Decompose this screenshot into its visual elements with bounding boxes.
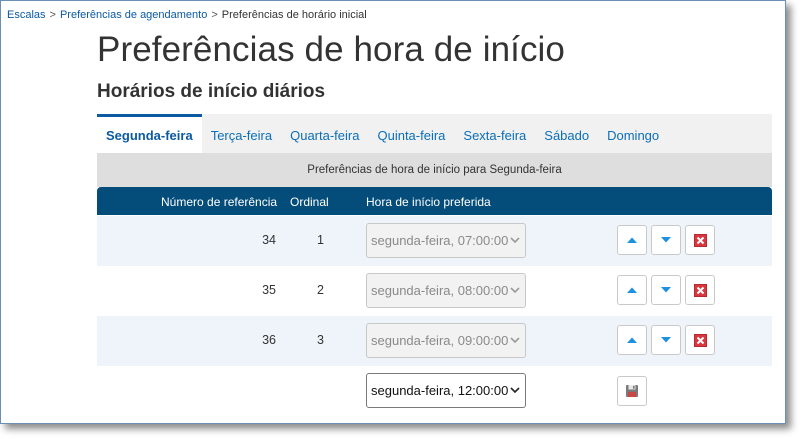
chevron-down-icon (510, 337, 520, 344)
reference-number: 34 (262, 233, 276, 247)
delete-icon (693, 233, 707, 247)
breadcrumb-item-scheduling-preferences[interactable]: Preferências de agendamento (60, 9, 207, 21)
column-header-reference: Número de referência (161, 195, 278, 209)
section-title: Horários de início diários (97, 81, 326, 102)
start-time-select: segunda-feira, 08:00:00 (366, 273, 526, 308)
table-row: 36 3 segunda-feira, 09:00:00 (97, 316, 772, 366)
delete-button[interactable] (685, 225, 715, 255)
column-header-preferred-time: Hora de início preferida (366, 195, 491, 209)
start-time-select: segunda-feira, 07:00:00 (366, 223, 526, 258)
chevron-down-icon (510, 287, 520, 294)
save-button[interactable] (617, 376, 647, 406)
move-down-button[interactable] (651, 225, 681, 255)
new-entry-row: segunda-feira, 12:00:00 (97, 366, 772, 416)
delete-icon (693, 283, 707, 297)
reference-number: 35 (262, 283, 276, 297)
new-start-time-select[interactable]: segunda-feira, 12:00:00 (366, 373, 526, 408)
tab-saturday[interactable]: Sábado (535, 114, 598, 153)
start-time-select: segunda-feira, 09:00:00 (366, 323, 526, 358)
start-time-value: segunda-feira, 09:00:00 (371, 333, 509, 348)
start-time-panel: Segunda-feira Terça-feira Quarta-feira Q… (97, 114, 772, 417)
start-time-value: segunda-feira, 07:00:00 (371, 233, 509, 248)
reference-number: 36 (262, 333, 276, 347)
move-up-button[interactable] (617, 225, 647, 255)
tab-sunday[interactable]: Domingo (598, 114, 668, 153)
move-down-button[interactable] (651, 325, 681, 355)
breadcrumb-item-schedules[interactable]: Escalas (7, 9, 46, 21)
page-title: Preferências de hora de início (97, 30, 565, 69)
move-up-button[interactable] (617, 275, 647, 305)
save-icon (626, 385, 638, 397)
move-down-button[interactable] (651, 275, 681, 305)
move-up-button[interactable] (617, 325, 647, 355)
delete-icon (693, 333, 707, 347)
window-frame: Escalas > Preferências de agendamento > Pref… (0, 0, 786, 424)
arrow-down-icon (661, 287, 671, 293)
breadcrumb-separator: > (211, 9, 218, 21)
breadcrumb: Escalas > Preferências de agendamento > Pref… (7, 9, 367, 21)
arrow-up-icon (627, 237, 637, 243)
breadcrumb-separator: > (49, 9, 56, 21)
chevron-down-icon (510, 387, 520, 394)
breadcrumb-item-current: Preferências de horário inicial (221, 9, 367, 21)
tab-friday[interactable]: Sexta-feira (454, 114, 535, 153)
arrow-up-icon (627, 287, 637, 293)
tab-monday[interactable]: Segunda-feira (97, 114, 202, 153)
delete-button[interactable] (685, 275, 715, 305)
arrow-down-icon (661, 237, 671, 243)
tab-thursday[interactable]: Quinta-feira (368, 114, 454, 153)
delete-button[interactable] (685, 325, 715, 355)
tab-subheader: Preferências de hora de início para Segu… (97, 153, 772, 187)
ordinal-value: 3 (317, 333, 324, 347)
table-header: Número de referência Ordinal Hora de iní… (97, 187, 772, 215)
tab-tuesday[interactable]: Terça-feira (202, 114, 281, 153)
chevron-down-icon (510, 237, 520, 244)
tab-wednesday[interactable]: Quarta-feira (281, 114, 368, 153)
arrow-up-icon (627, 337, 637, 343)
arrow-down-icon (661, 337, 671, 343)
table-row: 35 2 segunda-feira, 08:00:00 (97, 266, 772, 316)
column-header-ordinal: Ordinal (290, 195, 329, 209)
new-start-time-value: segunda-feira, 12:00:00 (371, 383, 509, 398)
day-tabs: Segunda-feira Terça-feira Quarta-feira Q… (97, 114, 772, 153)
ordinal-value: 2 (317, 283, 324, 297)
start-time-value: segunda-feira, 08:00:00 (371, 283, 509, 298)
table-row: 34 1 segunda-feira, 07:00:00 (97, 216, 772, 266)
ordinal-value: 1 (317, 233, 324, 247)
